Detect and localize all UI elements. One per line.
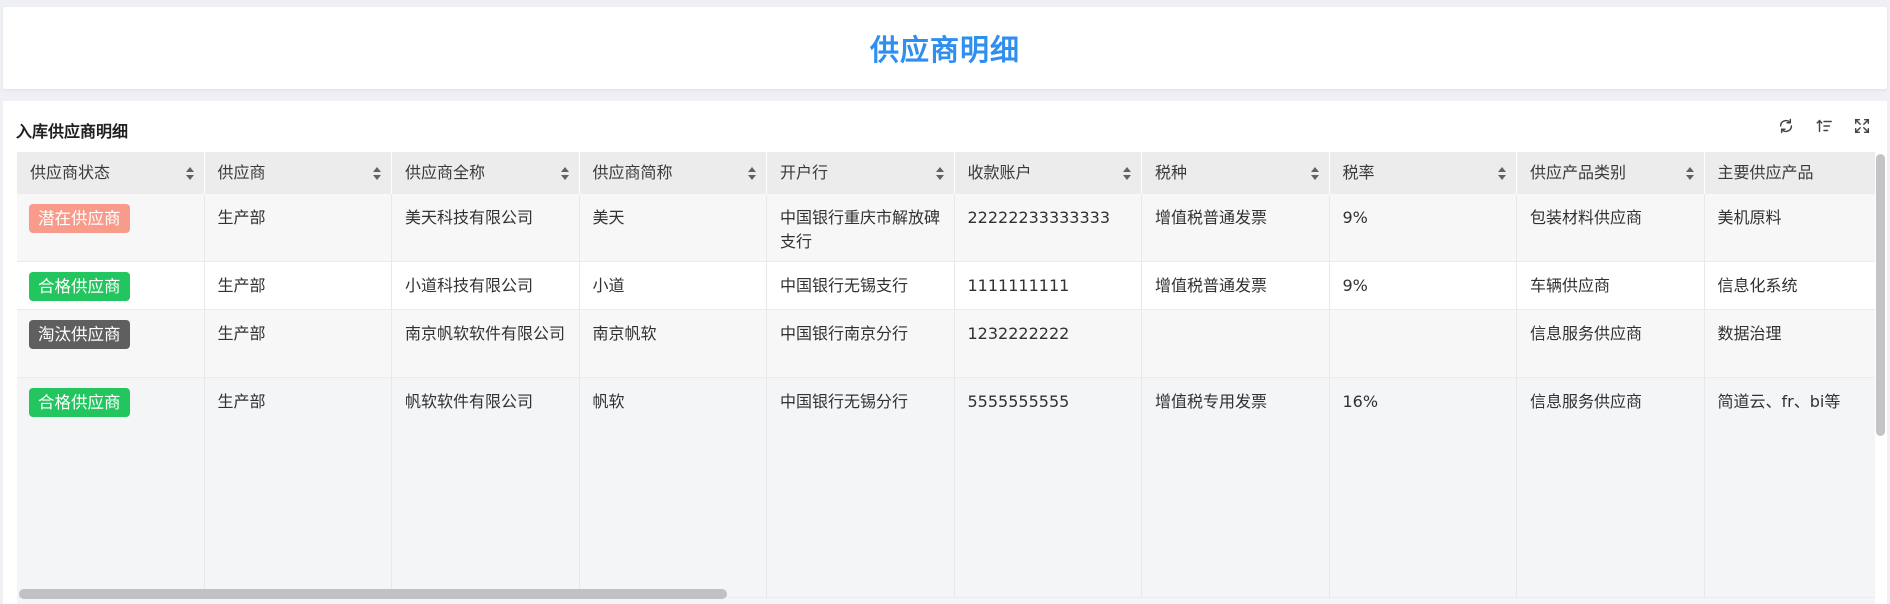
status-badge: 潜在供应商 <box>29 204 130 233</box>
sort-arrows-icon[interactable] <box>1498 167 1507 180</box>
vertical-scrollbar[interactable] <box>1875 152 1887 604</box>
table-cell: 美天 <box>580 194 767 261</box>
table-cell: 美天科技有限公司 <box>392 194 580 261</box>
table-cell: 中国银行无锡支行 <box>767 262 955 309</box>
table-cell: 22222233333333 <box>955 194 1142 261</box>
table-cell: 增值税普通发票 <box>1142 262 1330 309</box>
sort-arrows-icon[interactable] <box>560 167 570 180</box>
table-cell: 中国银行南京分行 <box>767 310 955 377</box>
column-header-tax-type[interactable]: 税种 <box>1142 152 1330 194</box>
table-cell: 信息化系统 <box>1705 262 1876 309</box>
table-body: 潜在供应商 生产部 美天科技有限公司 美天 中国银行重庆市解放碑支行 22222… <box>17 194 1875 598</box>
table-cell: 美机原料 <box>1705 194 1876 261</box>
horizontal-scrollbar-thumb[interactable] <box>19 589 727 599</box>
page-title: 供应商明细 <box>869 33 1020 67</box>
sort-arrows-icon[interactable] <box>185 167 195 180</box>
table-cell: 帆软软件有限公司 <box>392 378 580 597</box>
table-cell: 车辆供应商 <box>1517 262 1705 309</box>
panel-toolbar <box>1775 115 1873 137</box>
status-cell: 合格供应商 <box>17 262 205 309</box>
sort-arrows-icon[interactable] <box>373 167 382 180</box>
table-cell: 信息服务供应商 <box>1517 310 1705 377</box>
column-header-short-name[interactable]: 供应商简称 <box>580 152 767 194</box>
table-cell: 信息服务供应商 <box>1517 378 1705 597</box>
column-header-product-category[interactable]: 供应产品类别 <box>1517 152 1705 194</box>
table-row[interactable]: 淘汰供应商 生产部 南京帆软软件有限公司 南京帆软 中国银行南京分行 12322… <box>17 310 1875 378</box>
status-cell: 合格供应商 <box>17 378 205 597</box>
column-header-status[interactable]: 供应商状态 <box>17 152 205 194</box>
status-badge: 合格供应商 <box>29 272 130 301</box>
table-header: 供应商状态 供应商 供应商全称 供应商简称 开户行 收款账户 税种 税率 供应产… <box>17 152 1875 194</box>
panel-title: 入库供应商明细 <box>16 122 129 141</box>
table-cell: 小道 <box>580 262 767 309</box>
table-cell: 生产部 <box>205 194 392 261</box>
table-cell <box>1330 310 1517 377</box>
sort-icon[interactable] <box>1813 115 1835 137</box>
table-cell: 5555555555 <box>955 378 1142 597</box>
supplier-panel: 入库供应商明细 供应商状态 供应商 供应商全称 供应商简称 开户行 收款账户 税… <box>3 101 1887 604</box>
table-cell: 生产部 <box>205 378 392 597</box>
table-cell: 生产部 <box>205 262 392 309</box>
status-badge: 淘汰供应商 <box>29 320 130 349</box>
supplier-table: 供应商状态 供应商 供应商全称 供应商简称 开户行 收款账户 税种 税率 供应产… <box>17 152 1875 604</box>
table-cell: 包装材料供应商 <box>1517 194 1705 261</box>
refresh-icon[interactable] <box>1775 115 1797 137</box>
panel-header: 入库供应商明细 <box>3 101 1887 151</box>
table-cell: 中国银行重庆市解放碑支行 <box>767 194 955 261</box>
column-header-supplier[interactable]: 供应商 <box>205 152 392 194</box>
sort-arrows-icon[interactable] <box>1310 167 1320 180</box>
sort-arrows-icon[interactable] <box>748 167 757 180</box>
column-header-account[interactable]: 收款账户 <box>955 152 1142 194</box>
page-title-card: 供应商明细 <box>3 7 1887 89</box>
table-cell: 中国银行无锡分行 <box>767 378 955 597</box>
column-header-full-name[interactable]: 供应商全称 <box>392 152 580 194</box>
table-cell: 数据治理 <box>1705 310 1876 377</box>
table-cell: 增值税专用发票 <box>1142 378 1330 597</box>
sort-arrows-icon[interactable] <box>1685 167 1695 180</box>
table-cell: 简道云、fr、bi等 <box>1705 378 1876 597</box>
table-cell: 9% <box>1330 194 1517 261</box>
table-cell: 增值税普通发票 <box>1142 194 1330 261</box>
table-cell: 9% <box>1330 262 1517 309</box>
table-cell: 南京帆软 <box>580 310 767 377</box>
status-cell: 淘汰供应商 <box>17 310 205 377</box>
table-cell: 1111111111 <box>955 262 1142 309</box>
status-badge: 合格供应商 <box>29 388 130 417</box>
table-row[interactable]: 合格供应商 生产部 小道科技有限公司 小道 中国银行无锡支行 111111111… <box>17 262 1875 310</box>
table-row[interactable]: 潜在供应商 生产部 美天科技有限公司 美天 中国银行重庆市解放碑支行 22222… <box>17 194 1875 262</box>
column-header-tax-rate[interactable]: 税率 <box>1330 152 1517 194</box>
column-header-bank[interactable]: 开户行 <box>767 152 955 194</box>
table-cell: 16% <box>1330 378 1517 597</box>
table-row[interactable]: 合格供应商 生产部 帆软软件有限公司 帆软 中国银行无锡分行 555555555… <box>17 378 1875 598</box>
table-cell <box>1142 310 1330 377</box>
vertical-scrollbar-thumb[interactable] <box>1876 154 1885 436</box>
status-cell: 潜在供应商 <box>17 194 205 261</box>
table-cell: 1232222222 <box>955 310 1142 377</box>
table-cell: 帆软 <box>580 378 767 597</box>
sort-arrows-icon[interactable] <box>1123 167 1132 180</box>
column-header-main-product[interactable]: 主要供应产品 <box>1705 152 1876 194</box>
table-cell: 南京帆软软件有限公司 <box>392 310 580 377</box>
fullscreen-icon[interactable] <box>1851 115 1873 137</box>
table-cell: 生产部 <box>205 310 392 377</box>
table-cell: 小道科技有限公司 <box>392 262 580 309</box>
sort-arrows-icon[interactable] <box>935 167 945 180</box>
